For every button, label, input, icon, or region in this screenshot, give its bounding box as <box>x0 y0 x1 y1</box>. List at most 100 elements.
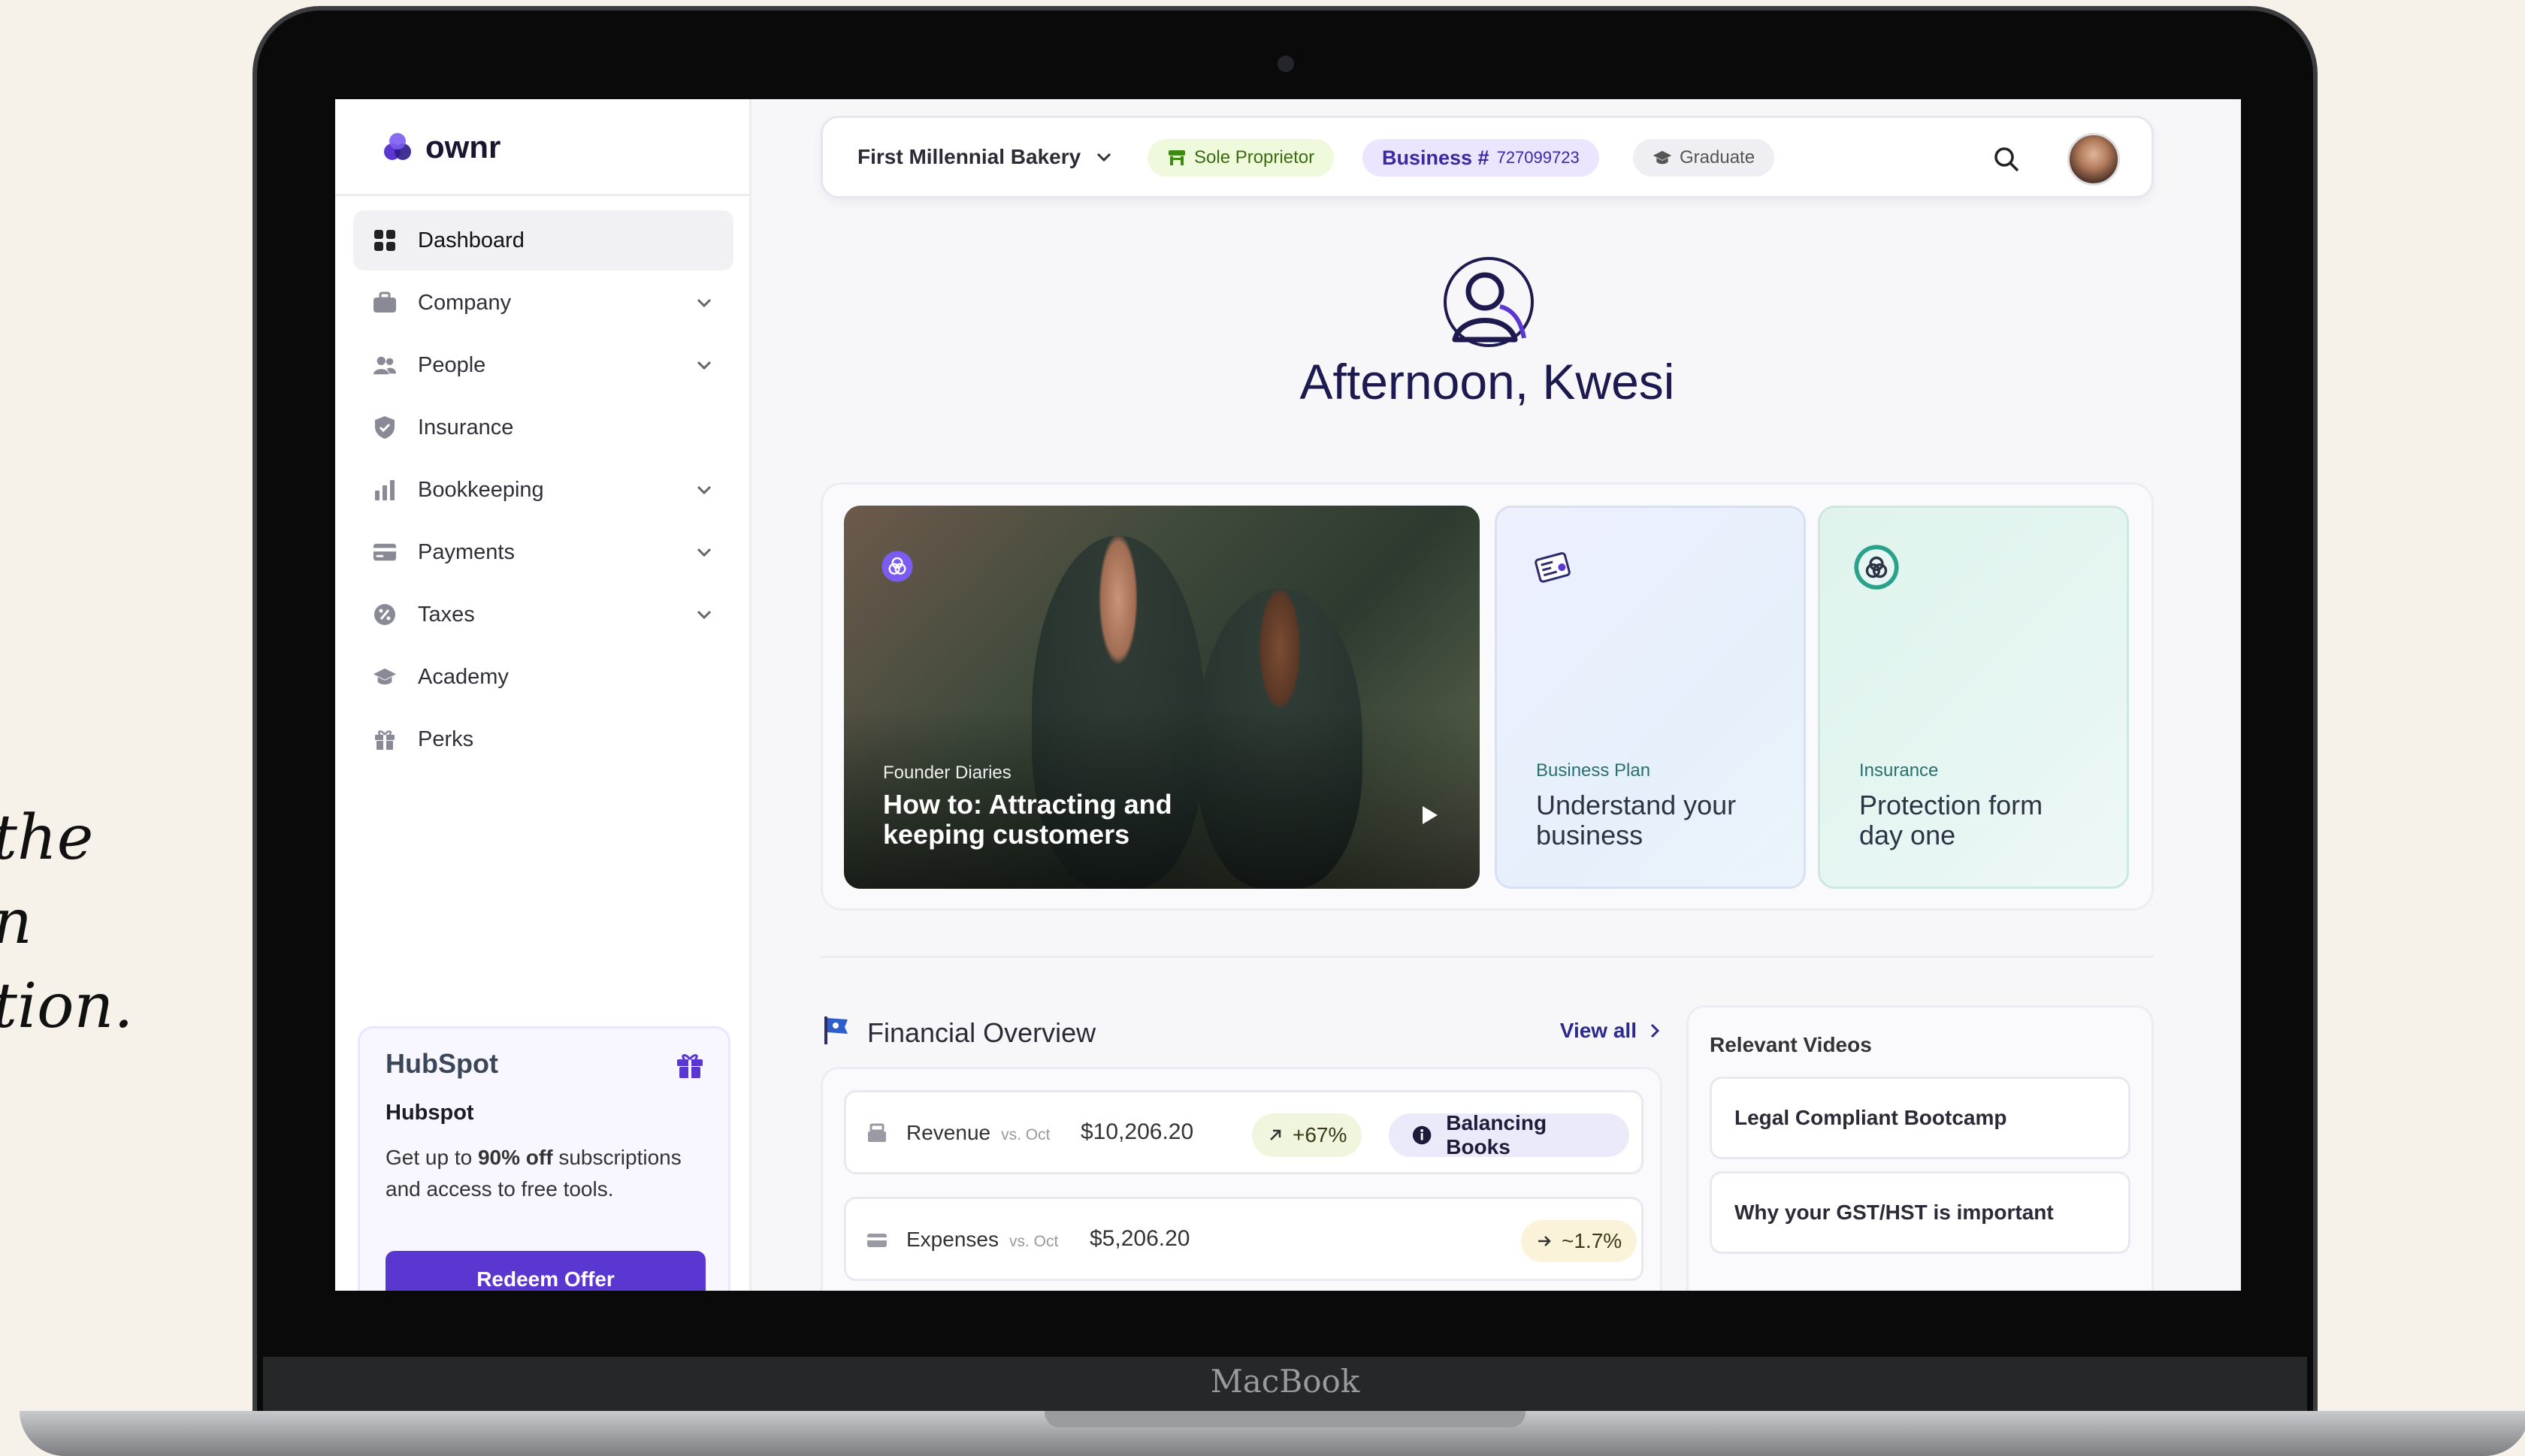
sidebar-item-insurance[interactable]: Insurance <box>353 397 733 458</box>
level-badge: Graduate <box>1633 139 1775 177</box>
sidebar-item-dashboard[interactable]: Dashboard <box>353 210 733 270</box>
sidebar-item-label: Perks <box>418 726 474 751</box>
metric-change: ~1.7% <box>1562 1229 1622 1252</box>
sidebar-divider <box>335 194 751 196</box>
revenue-row[interactable]: Revenue vs. Oct $10,206.20 +67% Balancing… <box>844 1090 1644 1174</box>
card-title-line: Protection form <box>1859 790 2043 820</box>
business-type-badge: Sole Proprietor <box>1148 139 1335 177</box>
sidebar-item-payments[interactable]: Payments <box>353 522 733 582</box>
bar-chart-icon <box>373 478 397 502</box>
app-name: ownr <box>425 129 501 165</box>
user-profile-icon <box>1444 257 1534 347</box>
sidebar-item-people[interactable]: People <box>353 335 733 395</box>
sidebar-item-perks[interactable]: Perks <box>353 709 733 769</box>
camera-icon <box>1278 56 1294 72</box>
arrow-right-icon <box>1538 1236 1551 1246</box>
chevron-down-icon[interactable] <box>694 355 714 375</box>
business-number-badge: Business # 727099723 <box>1362 139 1599 177</box>
protection-icon <box>1854 545 1899 590</box>
gift-icon <box>677 1054 703 1078</box>
chevron-down-icon[interactable] <box>694 293 714 313</box>
metric-compare: vs. Oct <box>1001 1126 1051 1143</box>
card-title-line: How to: Attracting and <box>883 789 1172 820</box>
promo-desc-highlight: 90% off <box>477 1146 553 1169</box>
business-selector[interactable]: First Millennial Bakery <box>857 145 1114 169</box>
user-avatar[interactable] <box>2067 133 2120 186</box>
expenses-row[interactable]: Expenses vs. Oct $5,206.20 ~1.7% <box>844 1197 1644 1281</box>
promo-description: Get up to 90% off subscriptions and acce… <box>386 1142 703 1205</box>
briefcase-icon <box>373 291 397 315</box>
chevron-down-icon[interactable] <box>694 542 714 562</box>
sidebar-item-bookkeeping[interactable]: Bookkeeping <box>353 460 733 520</box>
promo-desc-prefix: Get up to <box>386 1146 478 1169</box>
metric-name: Revenue <box>906 1121 991 1144</box>
featured-cards: Founder Diaries How to: Attracting and k… <box>821 482 2154 911</box>
business-plan-card[interactable]: Business Plan Understand your business <box>1495 506 1806 889</box>
balancing-books-button[interactable]: Balancing Books <box>1389 1111 1629 1158</box>
business-name: First Millennial Bakery <box>857 145 1081 168</box>
financial-overview-panel: Revenue vs. Oct $10,206.20 +67% Balancing… <box>821 1067 1662 1291</box>
metric-value: $5,206.20 <box>1090 1226 1190 1251</box>
chevron-down-icon[interactable] <box>694 480 714 500</box>
sidebar: ownr Dashboard Company People Insurance … <box>335 99 751 1291</box>
storefront-icon <box>1169 150 1185 165</box>
marketing-text: the n tion. <box>0 796 133 1049</box>
redeem-offer-button[interactable]: Redeem Offer <box>386 1251 706 1291</box>
business-number-value: 727099723 <box>1496 148 1580 167</box>
featured-video-card[interactable]: Founder Diaries How to: Attracting and k… <box>844 506 1480 889</box>
business-type-text: Sole Proprietor <box>1194 147 1315 168</box>
chevron-down-icon[interactable] <box>694 605 714 624</box>
top-bar: First Millennial Bakery Sole Proprietor … <box>821 116 2154 198</box>
view-all-label: View all <box>1559 1019 1637 1042</box>
metric-name: Expenses <box>906 1228 999 1251</box>
sidebar-item-label: Company <box>418 290 512 315</box>
sidebar-nav: Dashboard Company People Insurance Bookk… <box>353 210 733 772</box>
play-icon[interactable] <box>1417 803 1441 827</box>
sidebar-item-academy[interactable]: Academy <box>353 647 733 707</box>
arrow-up-right-icon <box>1270 1129 1281 1140</box>
marketing-line: n <box>0 881 133 965</box>
app-screen: ownr Dashboard Company People Insurance … <box>335 99 2241 1291</box>
people-icon <box>373 353 397 377</box>
card-title-line: Understand your <box>1536 790 1737 820</box>
marketing-line: the <box>0 802 94 874</box>
percent-badge-icon <box>373 603 397 627</box>
metric-change-badge: +67% <box>1252 1113 1362 1157</box>
chevron-down-icon <box>1097 153 1111 162</box>
search-icon[interactable] <box>1992 145 2021 174</box>
grid-icon <box>373 228 397 252</box>
card-title: How to: Attracting and keeping customers <box>883 790 1172 850</box>
video-item[interactable]: Legal Compliant Bootcamp <box>1710 1077 2130 1159</box>
ownr-badge-icon <box>881 551 913 582</box>
financial-overview-title: Financial Overview <box>867 1017 1096 1048</box>
metric-change-badge: ~1.7% <box>1521 1220 1637 1262</box>
info-icon <box>1412 1125 1432 1145</box>
relevant-videos-title: Relevant Videos <box>1710 1033 1872 1056</box>
sidebar-item-label: Academy <box>418 664 509 689</box>
metric-label: Expenses vs. Oct <box>906 1228 1058 1252</box>
view-all-link[interactable]: View all <box>1560 1019 1662 1043</box>
credit-card-icon <box>867 1234 887 1247</box>
video-item[interactable]: Why your GST/HST is important <box>1710 1171 2130 1254</box>
laptop-brand: MacBook <box>1210 1363 1360 1400</box>
sidebar-item-label: Taxes <box>418 602 475 627</box>
sidebar-item-label: Payments <box>418 539 515 564</box>
card-title: Understand your business <box>1536 790 1736 850</box>
flag-icon <box>824 1016 848 1044</box>
promo-title: Hubspot <box>386 1101 474 1125</box>
graduation-cap-icon <box>373 665 397 689</box>
sidebar-item-company[interactable]: Company <box>353 273 733 333</box>
business-number-label: Business # <box>1382 146 1489 169</box>
insurance-card[interactable]: Insurance Protection form day one <box>1818 506 2129 889</box>
app-logo[interactable]: ownr <box>380 129 500 165</box>
card-tag: Insurance <box>1859 760 1939 781</box>
sidebar-item-label: Bookkeeping <box>418 477 544 502</box>
section-divider <box>821 956 2154 958</box>
metric-compare: vs. Oct <box>1008 1233 1059 1250</box>
card-tag: Business Plan <box>1536 760 1651 781</box>
sidebar-item-label: Insurance <box>418 415 514 440</box>
card-title: Protection form day one <box>1859 790 2043 850</box>
chevron-right-icon <box>1650 1023 1660 1038</box>
financial-overview-header: Financial Overview View all <box>821 1008 1662 1053</box>
sidebar-item-taxes[interactable]: Taxes <box>353 585 733 645</box>
